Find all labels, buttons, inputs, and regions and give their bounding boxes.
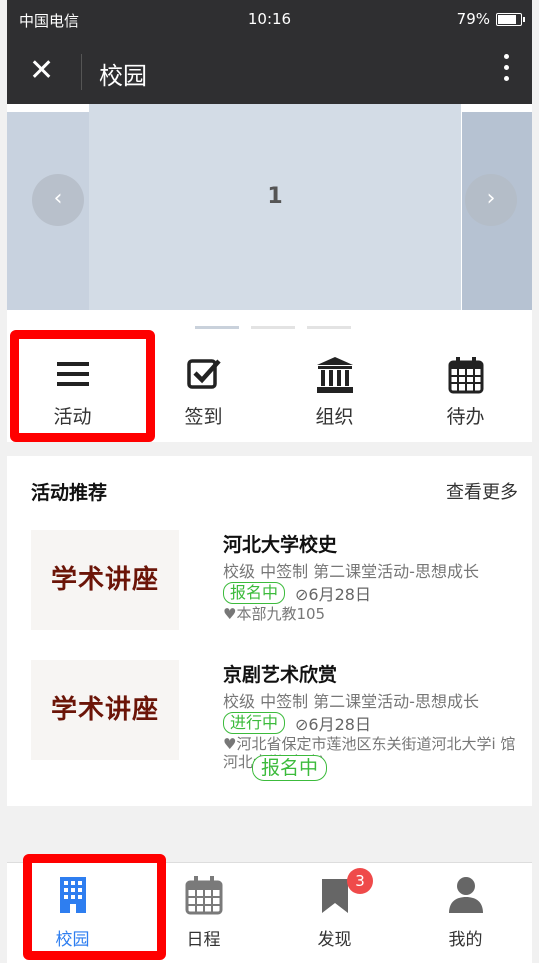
activity-thumbnail: 学术讲座: [31, 660, 179, 760]
activity-status-row: 进行中 ⊘6月28日: [223, 711, 371, 735]
carousel-dot-1[interactable]: [195, 326, 239, 329]
carousel-dot-3[interactable]: [307, 326, 351, 329]
section-title: 活动推荐: [31, 482, 108, 504]
page-title: 校园: [99, 62, 147, 90]
bookmark-icon: [269, 875, 400, 919]
activity-status-row: 报名中 ⊘6月28日: [223, 581, 371, 605]
battery-icon: [496, 12, 525, 26]
activity-title: 京剧艺术欣赏: [223, 664, 338, 686]
highlight-box-activity: [10, 330, 155, 442]
institution-icon: [269, 356, 400, 396]
nav-divider: [81, 54, 82, 90]
status-badge: 进行中: [223, 712, 286, 734]
top-nav-bar: ✕ 校园: [7, 40, 532, 104]
battery-group: 79%: [456, 10, 525, 28]
clock: 10:16: [247, 10, 292, 28]
see-more-link[interactable]: 查看更多: [446, 478, 518, 504]
activity-title: 河北大学校史: [223, 534, 338, 556]
carousel-next-button[interactable]: ›: [465, 174, 517, 226]
app-frame: 中国电信 10:16 79% ✕ 校园 1 ‹ › 活动 签到 组织 待办 活动…: [7, 0, 532, 963]
checkbox-icon: [138, 356, 269, 396]
floating-status-badge: 报名中: [252, 755, 328, 781]
activity-date: ⊘6月28日: [295, 585, 371, 604]
activity-card[interactable]: 学术讲座 河北大学校史 校级 中签制 第二课堂活动-思想成长 报名中 ⊘6月28…: [31, 530, 521, 640]
quick-checkin[interactable]: 签到: [138, 330, 269, 442]
tab-label: 我的: [448, 930, 483, 950]
quick-todo[interactable]: 待办: [400, 330, 531, 442]
banner-carousel[interactable]: 1 ‹ ›: [7, 104, 532, 340]
activity-location: ♥本部九教105: [223, 605, 326, 623]
notification-badge: 3: [347, 868, 373, 894]
recommend-section: 活动推荐 查看更多 学术讲座 河北大学校史 校级 中签制 第二课堂活动-思想成长…: [7, 456, 532, 806]
carousel-prev-button[interactable]: ‹: [32, 174, 84, 226]
tab-discover[interactable]: 发现: [269, 863, 400, 963]
quick-label: 组织: [315, 406, 354, 428]
slide-number: 1: [267, 184, 283, 209]
quick-label: 签到: [184, 406, 223, 428]
activity-meta: 校级 中签制 第二课堂活动-思想成长: [223, 562, 479, 581]
carousel-dot-2[interactable]: [251, 326, 295, 329]
activity-card[interactable]: 学术讲座 京剧艺术欣赏 校级 中签制 第二课堂活动-思想成长 进行中 ⊘6月28…: [31, 660, 521, 771]
activity-thumbnail: 学术讲座: [31, 530, 179, 630]
tab-label: 发现: [317, 930, 352, 950]
battery-percent: 79%: [456, 10, 490, 28]
carousel-slide-current[interactable]: 1: [89, 104, 461, 310]
activity-meta: 校级 中签制 第二课堂活动-思想成长: [223, 692, 479, 711]
user-icon: [400, 875, 531, 919]
highlight-box-campus: [23, 854, 166, 960]
close-icon[interactable]: ✕: [29, 54, 54, 88]
quick-label: 待办: [446, 406, 485, 428]
calendar-icon: [400, 356, 531, 396]
quick-organization[interactable]: 组织: [269, 330, 400, 442]
tab-mine[interactable]: 我的: [400, 863, 531, 963]
status-badge: 报名中: [223, 582, 286, 604]
carousel-indicators: [195, 326, 351, 329]
status-bar: 中国电信 10:16 79%: [7, 0, 532, 40]
more-menu-icon[interactable]: [504, 54, 510, 87]
activity-date: ⊘6月28日: [295, 715, 371, 734]
